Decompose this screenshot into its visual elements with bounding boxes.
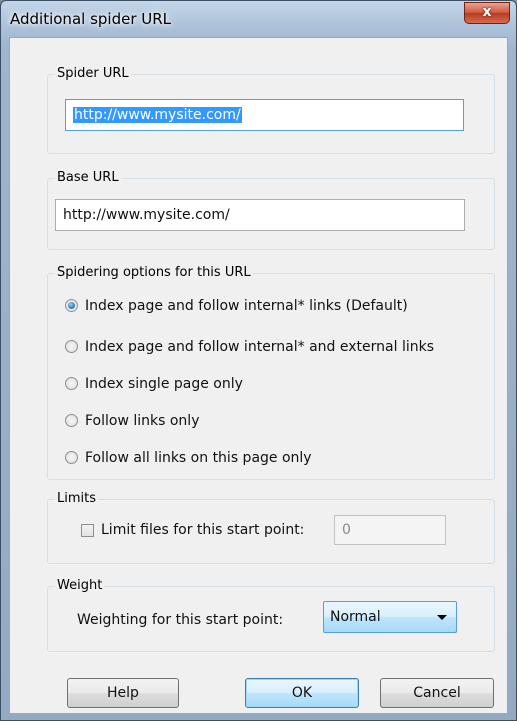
limits-group-label: Limits [55,491,98,507]
option-label: Index page and follow internal* links (D… [85,298,408,314]
option-label: Index page and follow internal* and exte… [85,339,435,355]
option-label: Follow links only [85,413,200,429]
base-url-input[interactable]: http://www.mysite.com/ [55,199,465,231]
radio-button[interactable] [65,340,78,353]
radio-button[interactable] [65,451,78,464]
option-label: Index single page only [85,376,243,392]
help-button-label: Help [107,685,139,701]
spider-url-group: Spider URL http://www.mysite.com/ [47,66,495,154]
spider-url-input[interactable]: http://www.mysite.com/ [65,99,464,131]
weighting-dropdown[interactable]: Normal [323,601,457,633]
radio-button[interactable] [65,414,78,427]
limit-files-input[interactable]: 0 [334,515,446,545]
limits-group: Limits Limit files for this start point:… [47,491,495,564]
ok-button[interactable]: OK [245,678,359,708]
radio-button[interactable] [65,377,78,390]
chevron-down-icon [437,615,447,620]
base-url-group: Base URL http://www.mysite.com/ [47,170,495,250]
spider-url-value: http://www.mysite.com/ [73,107,242,123]
base-url-value: http://www.mysite.com/ [63,207,230,223]
limit-files-checkbox[interactable] [81,524,94,537]
radio-button-checked[interactable] [65,299,78,312]
dialog-client-area: Spider URL http://www.mysite.com/ Base U… [9,37,508,714]
cancel-button-label: Cancel [413,685,461,701]
spidering-options-group: Spidering options for this URL Index pag… [47,265,495,480]
base-url-group-label: Base URL [55,170,121,186]
dialog-window: Additional spider URL x Spider URL http:… [0,0,517,721]
limit-files-label: Limit files for this start point: [101,522,305,538]
weight-group-label: Weight [55,578,105,594]
option-label: Follow all links on this page only [85,450,312,466]
window-title: Additional spider URL [10,10,172,28]
cancel-button[interactable]: Cancel [380,678,494,708]
weighting-label: Weighting for this start point: [77,612,284,628]
close-button[interactable]: x [464,2,510,24]
title-bar[interactable]: Additional spider URL x [1,1,516,37]
weight-group: Weight Weighting for this start point: N… [47,578,495,652]
close-icon: x [482,4,492,20]
limit-files-value: 0 [342,522,351,538]
weighting-selected-value: Normal [330,609,381,625]
ok-button-label: OK [291,685,313,701]
limit-files-checkbox-row[interactable]: Limit files for this start point: [81,520,321,540]
spider-url-group-label: Spider URL [55,66,131,82]
help-button[interactable]: Help [67,678,179,708]
spidering-options-group-label: Spidering options for this URL [55,265,253,281]
